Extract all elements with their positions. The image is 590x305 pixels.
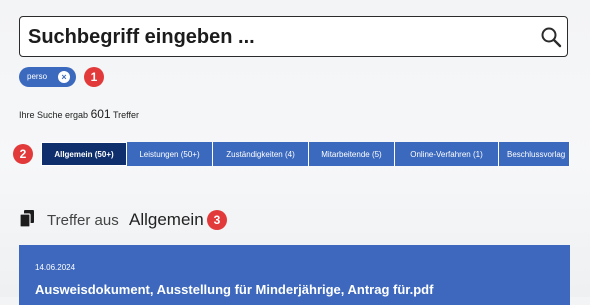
search-box [19,16,568,57]
annotation-badge-3: 3 [207,210,227,230]
tab-zustaendigkeiten[interactable]: Zuständigkeiten (4) [213,142,309,166]
result-count-number: 601 [90,107,111,121]
tab-leistungen[interactable]: Leistungen (50+) [127,142,213,166]
search-icon[interactable] [539,25,563,49]
result-title-link[interactable]: Ausweisdokument, Ausstellung für Minderj… [35,282,433,297]
section-heading-category: Allgemein [129,210,204,229]
category-tabs: Allgemein (50+) Leistungen (50+) Zuständ… [41,142,570,166]
remove-filter-icon[interactable]: × [58,71,70,83]
filter-chip: perso × [19,67,76,87]
result-count-prefix: Ihre Suche ergab [19,110,89,120]
annotation-badge-2: 2 [13,144,33,164]
search-input[interactable] [28,24,528,50]
result-count: Ihre Suche ergab 601 Treffer [19,107,139,121]
result-card[interactable]: 14.06.2024 Ausweisdokument, Ausstellung … [19,245,570,305]
tab-beschlussvorlagen[interactable]: Beschlussvorlag [499,142,570,166]
filter-chip-label: perso [27,72,48,81]
tab-mitarbeitende[interactable]: Mitarbeitende (5) [309,142,395,166]
result-date: 14.06.2024 [35,263,76,272]
tab-online-verfahren[interactable]: Online-Verfahren (1) [395,142,499,166]
result-count-suffix: Treffer [112,110,139,120]
annotation-badge-1: 1 [84,67,104,87]
section-heading-prefix: Treffer aus [47,212,119,229]
documents-icon [19,210,35,228]
tab-allgemein[interactable]: Allgemein (50+) [41,142,127,166]
